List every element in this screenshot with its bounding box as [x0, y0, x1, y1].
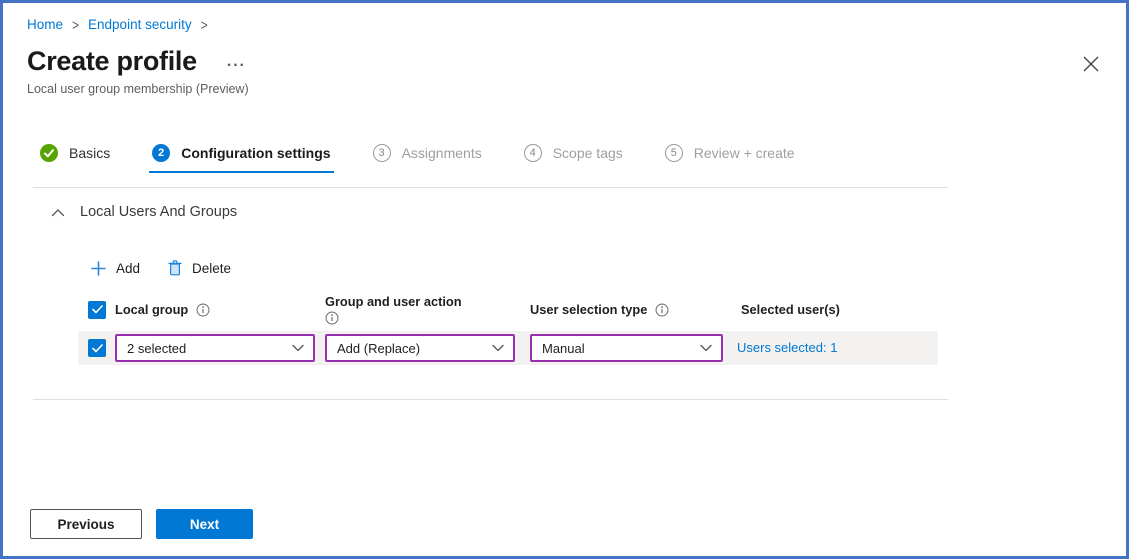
column-header-selection-type: User selection type [530, 302, 736, 317]
info-icon[interactable] [325, 311, 500, 325]
group-action-dropdown[interactable]: Add (Replace) [325, 334, 515, 362]
step-complete-check-icon [40, 144, 58, 162]
users-selected-link[interactable]: Users selected: 1 [736, 340, 837, 355]
selection-type-dropdown[interactable]: Manual [530, 334, 723, 362]
chevron-down-icon [292, 344, 304, 352]
step-label: Scope tags [552, 145, 623, 161]
more-options-icon[interactable]: ··· [227, 57, 246, 75]
step-label: Assignments [401, 145, 482, 161]
info-icon[interactable] [655, 303, 669, 317]
breadcrumb: Home > Endpoint security > [27, 15, 1102, 34]
step-number-badge: 4 [523, 144, 542, 162]
table-row: 2 selected Add (Replace) Manual Users se… [78, 331, 938, 365]
column-header-selected-users: Selected user(s) [741, 302, 840, 317]
chevron-up-icon [51, 208, 65, 217]
column-header-local-group: Local group [115, 302, 325, 317]
info-icon[interactable] [196, 303, 210, 317]
next-button[interactable]: Next [156, 509, 253, 539]
section-bottom-divider [33, 399, 948, 400]
local-group-dropdown[interactable]: 2 selected [115, 334, 315, 362]
step-configuration-settings[interactable]: 2 Configuration settings [149, 144, 334, 173]
chevron-down-icon [492, 344, 504, 352]
wizard-steps: Basics 2 Configuration settings 3 Assign… [37, 144, 1102, 173]
breadcrumb-separator: > [200, 15, 208, 34]
step-label: Basics [69, 145, 111, 161]
step-assignments[interactable]: 3 Assignments [370, 144, 485, 173]
previous-button[interactable]: Previous [30, 509, 142, 539]
column-header-group-action: Group and user action [325, 294, 530, 325]
plus-icon [91, 260, 106, 276]
wizard-footer: Previous Next [30, 509, 253, 539]
create-profile-panel: Home > Endpoint security > Create profil… [0, 0, 1129, 559]
select-all-checkbox[interactable] [88, 300, 106, 319]
breadcrumb-home[interactable]: Home [27, 17, 63, 32]
trash-icon [168, 260, 182, 276]
delete-button-label: Delete [192, 260, 232, 276]
local-groups-table: Local group Group and user action User s… [78, 294, 938, 365]
step-scope-tags[interactable]: 4 Scope tags [521, 144, 626, 173]
profile-subtitle: Local user group membership (Preview) [27, 82, 249, 96]
tabs-divider [33, 187, 948, 188]
breadcrumb-endpoint-security[interactable]: Endpoint security [88, 17, 192, 32]
step-number-badge: 5 [664, 144, 683, 162]
row-checkbox[interactable] [88, 339, 106, 357]
delete-button[interactable]: Delete [168, 260, 231, 276]
add-button[interactable]: Add [91, 261, 140, 276]
step-review-create[interactable]: 5 Review + create [662, 144, 798, 173]
section-title: Local Users And Groups [80, 204, 238, 220]
step-basics[interactable]: Basics [37, 144, 113, 173]
table-toolbar: Add Delete [91, 260, 1102, 276]
table-header-row: Local group Group and user action User s… [78, 294, 938, 325]
add-button-label: Add [116, 260, 141, 276]
step-label: Review + create [693, 145, 795, 161]
chevron-down-icon [700, 344, 712, 352]
step-number-badge: 3 [372, 144, 391, 162]
close-icon[interactable] [1080, 53, 1102, 75]
section-local-users-and-groups[interactable]: Local Users And Groups [51, 204, 1102, 220]
step-number-badge: 2 [152, 144, 171, 162]
breadcrumb-separator: > [72, 15, 80, 34]
step-label: Configuration settings [181, 145, 331, 161]
page-title: Create profile [27, 46, 197, 76]
